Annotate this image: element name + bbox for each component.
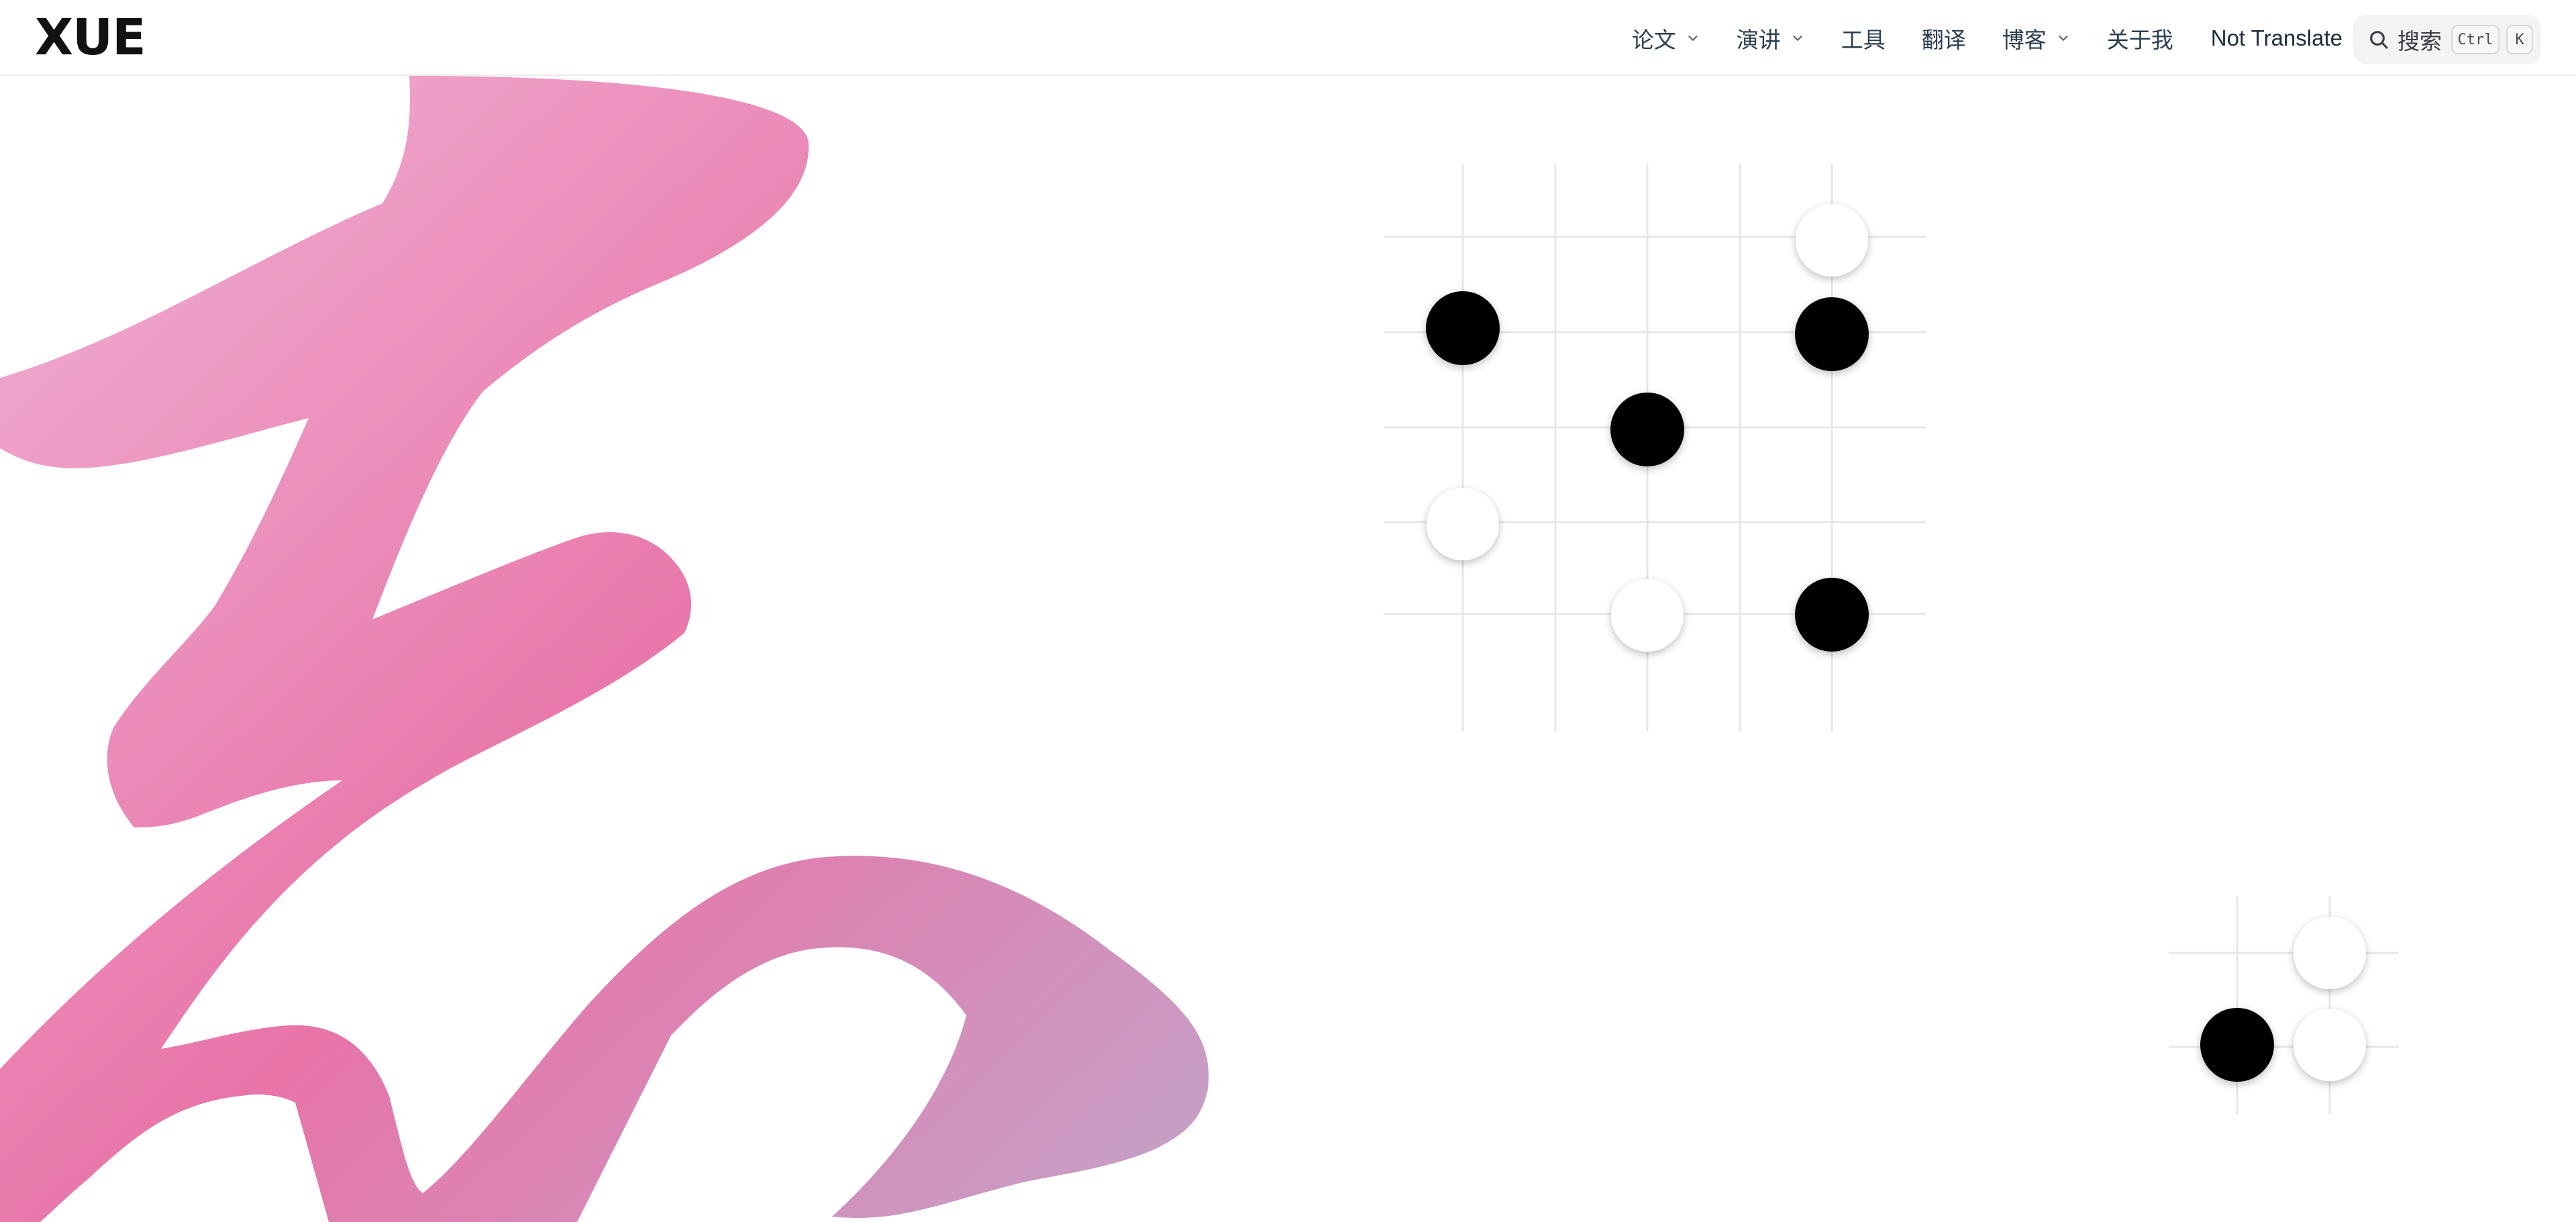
black-stone <box>1426 291 1500 365</box>
main-nav: 论文 演讲 工具 翻译 博客 关于我 Not Translate <box>1596 0 2367 76</box>
top-navbar: XUE 论文 演讲 工具 翻译 博客 关于我 Not Translate 搜索 … <box>0 0 2576 76</box>
nav-item-translations[interactable]: 翻译 <box>1922 22 1966 54</box>
board-grid-top <box>1384 164 1926 731</box>
black-stone <box>2200 1008 2274 1082</box>
language-label: Not Translate <box>2210 25 2342 50</box>
nav-item-tools[interactable]: 工具 <box>1841 22 1886 54</box>
chevron-down-icon <box>1688 35 1698 41</box>
nav-item-label: 论文 <box>1631 27 1676 52</box>
white-stone <box>1611 579 1684 652</box>
nav-item-label: 博客 <box>2002 27 2047 52</box>
nav-item-label: 关于我 <box>2106 27 2173 52</box>
nav-item-blog[interactable]: 博客 <box>2002 22 2071 54</box>
search-icon <box>2370 31 2388 49</box>
nav-item-papers[interactable]: 论文 <box>1632 22 1700 54</box>
nav-item-label: 工具 <box>1841 27 1886 52</box>
nav-item-label: 翻译 <box>1921 27 1966 52</box>
nav-item-about[interactable]: 关于我 <box>2107 22 2173 54</box>
black-stone <box>1795 297 1869 371</box>
chevron-down-icon <box>2059 35 2068 41</box>
white-stone <box>1427 488 1499 560</box>
white-stone <box>1796 204 1868 276</box>
nav-item-label: 演讲 <box>1736 27 1781 52</box>
search-label: 搜索 <box>2398 29 2442 54</box>
calligraphy-hero-artwork <box>0 76 1209 1222</box>
site-logo[interactable]: XUE <box>35 9 146 66</box>
board-grid-bottom <box>2169 896 2399 1114</box>
search-button[interactable]: 搜索 Ctrl K <box>2353 15 2541 64</box>
chevron-down-icon <box>1793 35 1802 41</box>
white-stone <box>2294 917 2366 989</box>
calligraphy-stroke-top <box>0 76 1209 1222</box>
black-stone <box>1610 393 1684 466</box>
go-stones <box>1426 204 2366 1082</box>
language-switcher[interactable]: Not Translate <box>2211 26 2367 51</box>
shortcut-k-key: K <box>2506 25 2533 54</box>
shortcut-ctrl-key: Ctrl <box>2451 25 2500 54</box>
nav-item-talks[interactable]: 演讲 <box>1737 22 1805 54</box>
white-stone <box>2294 1009 2366 1081</box>
black-stone <box>1795 578 1869 652</box>
